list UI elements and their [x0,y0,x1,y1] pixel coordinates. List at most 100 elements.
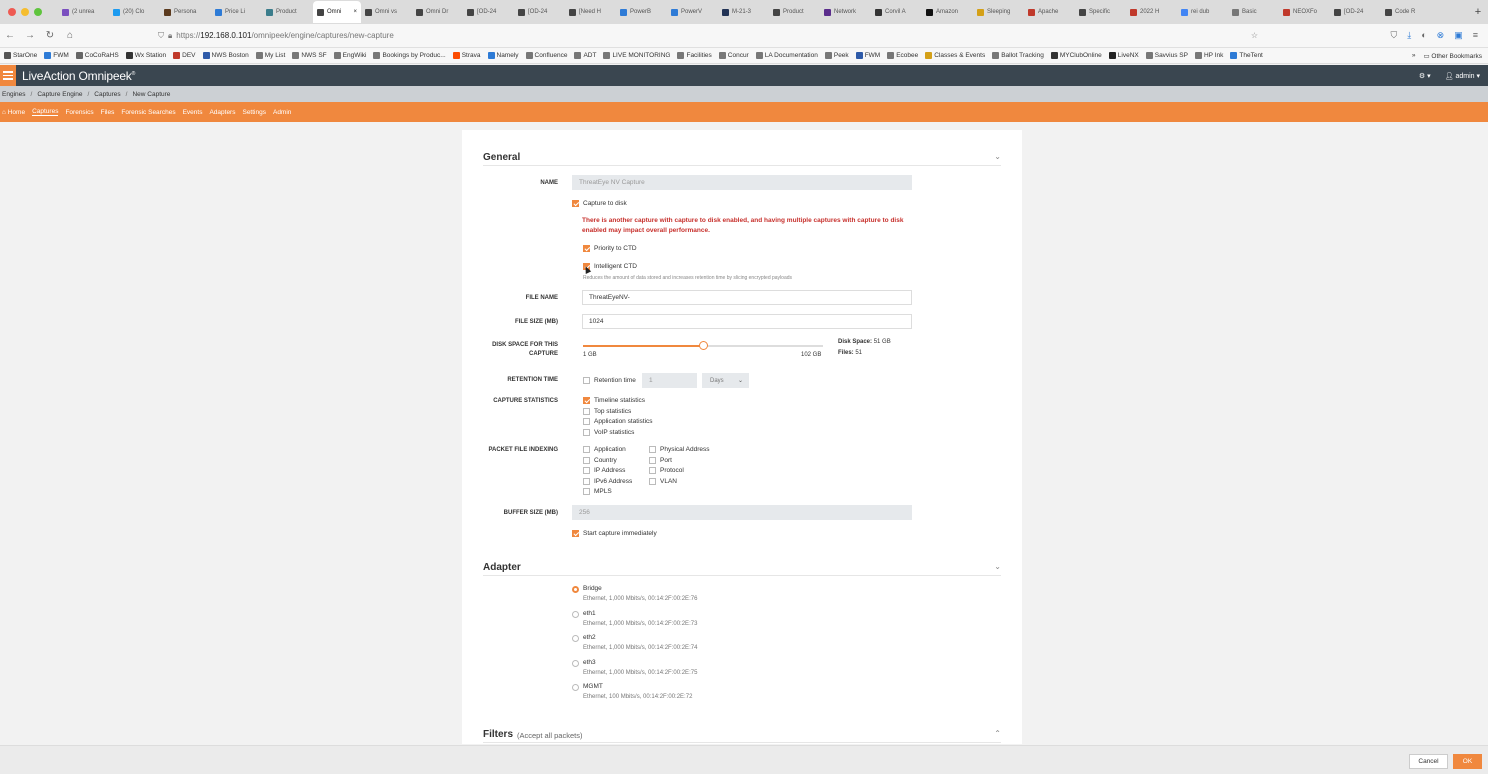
radio-unselected-icon[interactable] [572,610,579,618]
indexing-checkbox[interactable]: Application [583,446,626,453]
browser-tab[interactable]: Product [262,1,313,23]
bookmark-item[interactable]: LIVE MONITORING [603,52,670,59]
home-icon[interactable]: ⌂ [60,30,80,41]
browser-tab[interactable]: PowerV [667,1,718,23]
bookmark-item[interactable]: CoCoRaHS [75,52,119,59]
browser-tab[interactable]: (2 unrea [58,1,109,23]
browser-tab[interactable]: [Need H [565,1,616,23]
menu-item-settings[interactable]: Settings [242,109,266,116]
tab-close-icon[interactable]: × [353,9,357,15]
browser-tab[interactable]: Basic [1228,1,1279,23]
reload-icon[interactable]: ↻ [40,30,60,41]
browser-tab[interactable]: 2022 H [1126,1,1177,23]
bookmark-item[interactable]: FWM [44,52,69,59]
bookmark-item[interactable]: Ecobee [887,52,918,59]
buffer-size-field[interactable]: 256 [572,505,912,520]
other-bookmarks[interactable]: ▭ Other Bookmarks [1423,52,1482,60]
adapter-name[interactable]: eth1 [583,610,596,617]
name-field[interactable]: ThreatEye NV Capture [572,175,912,190]
breadcrumb-item[interactable]: Capture Engine [37,91,82,98]
browser-tab[interactable]: Network [820,1,871,23]
browser-tab[interactable]: Omni × [313,1,361,23]
start-immediately-checkbox[interactable]: Start capture immediately [572,530,657,537]
settings-gear-icon[interactable]: ⚙ ▾ [1419,72,1431,80]
menu-item-forensics[interactable]: Forensics [65,109,93,116]
address-bar[interactable]: ⛉ 🔒︎ https://192.168.0.101/omnipeek/engi… [158,31,1258,41]
bookmark-item[interactable]: Ballot Tracking [992,52,1044,59]
menu-item-files[interactable]: Files [101,109,115,116]
indexing-checkbox[interactable]: Protocol [649,467,684,474]
bookmark-item[interactable]: DEV [173,52,196,59]
bookmark-item[interactable]: Facilities [677,52,712,59]
adapter-name[interactable]: MGMT [583,683,603,690]
browser-tab[interactable]: Apache [1024,1,1075,23]
bookmark-item[interactable]: Confluence [525,52,567,59]
bookmark-item[interactable]: Concur [718,52,749,59]
browser-tab[interactable]: PowerB [616,1,667,23]
menu-item-forensic-searches[interactable]: Forensic Searches [121,109,175,116]
indexing-checkbox[interactable]: VLAN [649,477,677,485]
browser-tab[interactable]: Code R [1381,1,1432,23]
bookmark-item[interactable]: HP Ink [1194,52,1223,59]
breadcrumb-item[interactable]: Engines [2,91,26,98]
browser-tab[interactable]: Sleeping [973,1,1024,23]
bookmark-item[interactable]: Bookings by Produc... [373,52,446,59]
bookmark-item[interactable]: NWS SF [292,52,327,59]
chevron-up-icon[interactable]: ⌃ [994,729,1001,738]
close-window-icon[interactable] [8,8,16,16]
menu-item-adapters[interactable]: Adapters [209,109,235,116]
browser-tab[interactable]: [OD-24 [1330,1,1381,23]
radio-unselected-icon[interactable] [572,659,579,667]
bookmark-item[interactable]: Peek [824,52,849,59]
bookmark-item[interactable]: EngWiki [333,52,366,59]
bookmark-item[interactable]: Strava [452,52,481,59]
browser-tab[interactable]: [OD-24 [463,1,514,23]
filters-section-header[interactable]: Filters (Accept all packets) ⌃ [483,729,1001,743]
extension-icon[interactable]: ⊗ [1437,30,1445,41]
forward-icon[interactable]: → [20,30,40,41]
bookmark-item[interactable]: My List [255,52,285,59]
bookmark-item[interactable]: Savvius SP [1145,52,1188,59]
browser-tab[interactable]: Amazon [922,1,973,23]
adapter-name[interactable]: eth3 [583,659,596,666]
browser-tab[interactable]: rei dub [1177,1,1228,23]
stats-checkbox[interactable]: Application statistics [583,418,653,425]
indexing-checkbox[interactable]: IPv6 Address [583,477,632,485]
bookmark-item[interactable]: StarOne [4,52,37,59]
bookmark-item[interactable]: ADT [574,52,596,59]
bookmark-item[interactable]: Classes & Events [925,52,985,59]
priority-ctd-checkbox[interactable]: Priority to CTD [583,245,637,252]
extension-icon[interactable]: ◐ [1421,30,1426,41]
bookmark-item[interactable]: Wx Station [125,52,166,59]
breadcrumb-item[interactable]: Captures [94,91,120,98]
browser-tab[interactable]: Price Li [211,1,262,23]
general-section-header[interactable]: General ⌄ [483,152,1001,166]
browser-tab[interactable]: Persona [160,1,211,23]
back-icon[interactable]: ← [0,30,20,41]
browser-tab[interactable]: Omni Dr [412,1,463,23]
maximize-window-icon[interactable] [34,8,42,16]
bookmark-item[interactable]: TheTent [1230,52,1263,59]
cancel-button[interactable]: Cancel [1409,754,1448,769]
pocket-icon[interactable]: ⛉ [1390,30,1397,41]
ok-button[interactable]: OK [1453,754,1482,769]
retention-value-field[interactable]: 1 [642,373,697,388]
slider-thumb[interactable] [698,341,708,350]
retention-unit-select[interactable]: Days ⌄ [702,373,749,388]
menu-item-captures[interactable]: Captures [32,108,59,116]
radio-unselected-icon[interactable] [572,635,579,642]
bookmark-item[interactable]: NWS Boston [202,52,249,59]
radio-selected-icon[interactable] [572,586,579,593]
browser-tab[interactable]: NEOXFo [1279,1,1330,23]
browser-tab[interactable]: (20) Clo [109,1,160,23]
chevron-down-icon[interactable]: ⌄ [994,562,1001,571]
indexing-checkbox[interactable]: Physical Address [649,446,710,453]
bookmark-item[interactable]: Namely [487,52,519,59]
browser-tab[interactable]: Specific [1075,1,1126,23]
bookmark-item[interactable]: FWM [855,52,880,59]
indexing-checkbox[interactable]: Port [649,456,672,464]
menu-icon[interactable]: ≡ [1473,30,1478,41]
stats-checkbox[interactable]: Top statistics [583,407,631,415]
browser-tab[interactable]: M-21-3 [718,1,769,23]
chevron-right-icon[interactable]: » [1412,52,1416,60]
